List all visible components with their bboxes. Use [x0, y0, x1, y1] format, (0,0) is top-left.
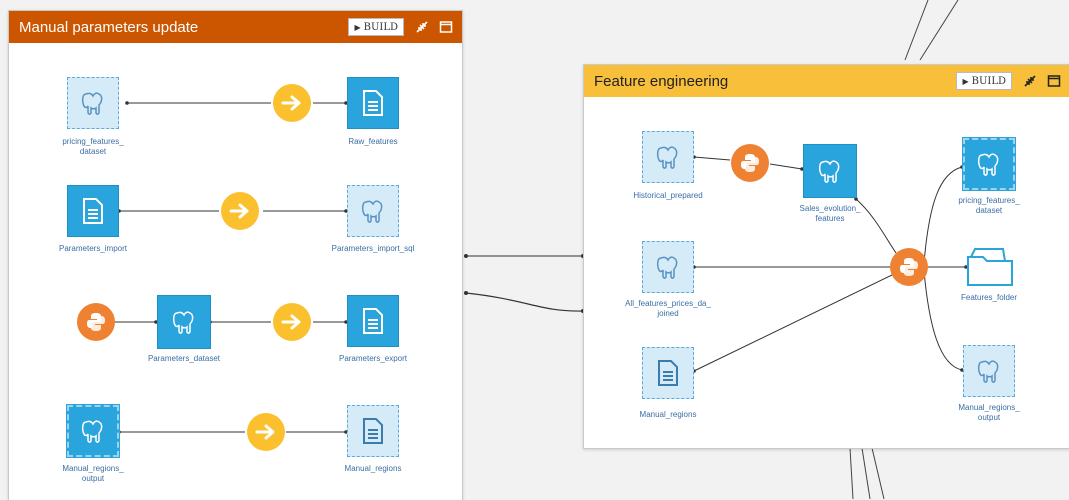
dataset-label: Manual_regions — [344, 464, 402, 473]
dataset-label: Parameters_import — [58, 244, 128, 253]
python-icon — [87, 313, 105, 331]
python-icon — [741, 154, 759, 172]
dataset-raw-features[interactable] — [347, 77, 399, 129]
arrow-right-icon — [229, 203, 249, 219]
postgresql-icon — [656, 146, 678, 169]
dataset-manual-regions-output[interactable] — [963, 345, 1015, 397]
recipe-export[interactable] — [273, 303, 311, 341]
arrow-right-icon — [281, 95, 301, 111]
folder-features[interactable] — [965, 245, 1015, 289]
dataset-historical-prepared[interactable] — [642, 131, 694, 183]
document-icon — [363, 308, 383, 334]
dataset-pricing-features[interactable] — [67, 77, 119, 129]
arrow-right-icon — [255, 424, 275, 440]
postgresql-icon — [361, 200, 383, 223]
dataset-manual-regions[interactable] — [347, 405, 399, 457]
postgresql-icon — [81, 420, 103, 443]
document-icon — [363, 90, 383, 116]
folder-icon — [967, 248, 1013, 286]
zone-feature-engineering[interactable]: Feature engineering ▶ BUILD Historical_p… — [583, 64, 1069, 449]
zone-manual-parameters-update[interactable]: Manual parameters update ▶ BUILD pricing… — [8, 10, 463, 500]
document-icon — [83, 198, 103, 224]
dataset-label: Parameters_import_sql — [331, 244, 415, 253]
python-icon — [900, 258, 918, 276]
postgresql-icon — [656, 256, 678, 279]
dataset-label: Raw_features — [348, 137, 398, 146]
dataset-label: All_features_prices_da_ joined — [625, 299, 711, 318]
postgresql-icon — [172, 311, 194, 334]
recipe-python[interactable] — [77, 303, 115, 341]
document-icon — [363, 418, 383, 444]
dataset-label: Manual_regions_ output — [958, 403, 1020, 422]
recipe-sync[interactable] — [247, 413, 285, 451]
dataset-parameters-import[interactable] — [67, 185, 119, 237]
dataset-label: Manual_regions — [639, 410, 697, 419]
document-icon — [658, 360, 678, 386]
arrow-right-icon — [281, 314, 301, 330]
dataset-all-features-prices-joined[interactable] — [642, 241, 694, 293]
dataset-parameters-import-sql[interactable] — [347, 185, 399, 237]
dataset-parameters[interactable] — [157, 295, 211, 349]
dataset-label: pricing_features_ dataset — [958, 196, 1020, 215]
dataset-label: Parameters_export — [338, 354, 408, 363]
postgresql-icon — [977, 360, 999, 383]
dataset-manual-regions-output[interactable] — [66, 404, 120, 458]
dataset-manual-regions[interactable] — [642, 347, 694, 399]
recipe-sync[interactable] — [273, 84, 311, 122]
recipe-python[interactable] — [731, 144, 769, 182]
dataset-sales-evolution-features[interactable] — [803, 144, 857, 198]
dataset-label: pricing_features_ dataset — [62, 137, 124, 156]
flow-canvas[interactable]: Manual parameters update ▶ BUILD pricing… — [0, 0, 1069, 500]
dataset-label: Parameters_dataset — [147, 354, 221, 363]
dataset-label: Manual_regions_ output — [62, 464, 124, 483]
dataset-label: Features_folder — [960, 293, 1018, 302]
postgresql-icon — [977, 153, 999, 176]
recipe-sync[interactable] — [221, 192, 259, 230]
dataset-parameters-export[interactable] — [347, 295, 399, 347]
dataset-label: Historical_prepared — [633, 191, 703, 200]
postgresql-icon — [81, 92, 103, 115]
recipe-python[interactable] — [890, 248, 928, 286]
postgresql-icon — [818, 160, 840, 183]
dataset-pricing-features[interactable] — [962, 137, 1016, 191]
dataset-label: Sales_evolution_ features — [799, 204, 861, 223]
